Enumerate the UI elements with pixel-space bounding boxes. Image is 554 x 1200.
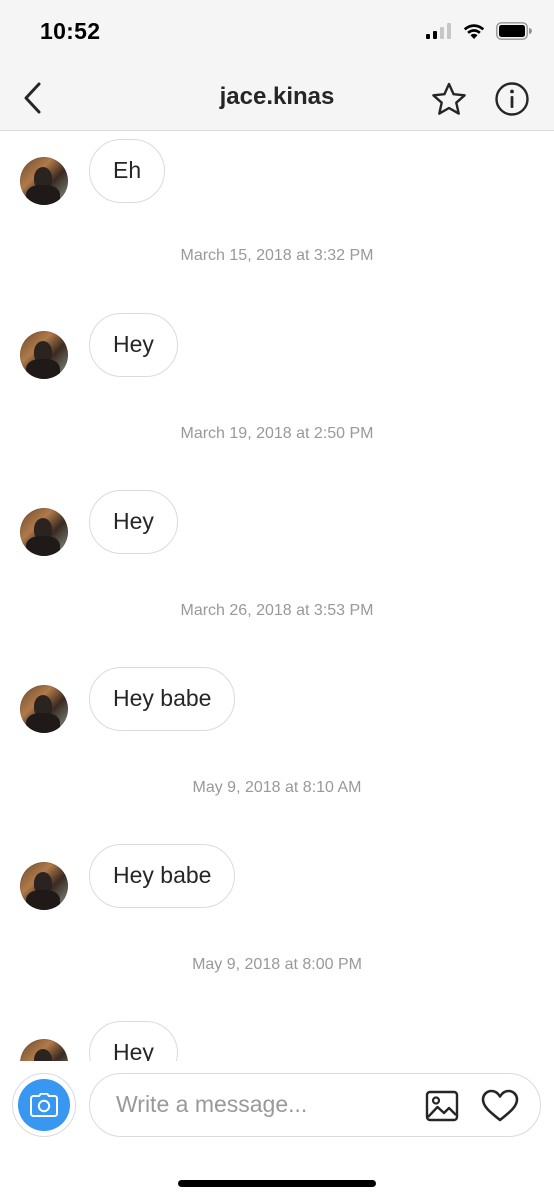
message-input[interactable] [116,1074,406,1135]
message-field[interactable] [89,1073,541,1137]
avatar[interactable] [20,685,68,733]
message-timestamp: May 9, 2018 at 8:00 PM [192,956,362,973]
message-row: Hey [0,1021,554,1061]
camera-button-fill [18,1079,70,1131]
navigation-bar: jace.kinas [0,68,554,131]
message-row: Hey babe [0,844,554,914]
avatar[interactable] [20,508,68,556]
message-bubble[interactable]: Hey [89,313,178,377]
message-bubble[interactable]: Hey babe [89,844,236,908]
status-icons [426,22,532,45]
camera-button[interactable] [12,1073,76,1137]
info-button[interactable] [494,81,530,117]
signal-icon [426,23,452,44]
message-bubble[interactable]: Hey babe [89,667,236,731]
message-row: Eh [0,135,554,205]
info-icon [495,82,529,116]
message-thread[interactable]: Eh March 15, 2018 at 3:32 PM Hey March 1… [0,131,554,1061]
star-button[interactable] [430,80,468,118]
message-row: Hey [0,490,554,560]
message-bubble[interactable]: Eh [89,139,166,203]
avatar[interactable] [20,1039,68,1061]
avatar[interactable] [20,331,68,379]
message-timestamp: May 9, 2018 at 8:10 AM [192,779,362,796]
message-bubble[interactable]: Hey [89,490,178,554]
like-button[interactable] [480,1087,520,1125]
status-time: 10:52 [40,18,101,44]
message-bubble[interactable]: Hey [89,1021,178,1061]
message-timestamp: March 26, 2018 at 3:53 PM [180,602,374,619]
avatar[interactable] [20,862,68,910]
gallery-button[interactable] [424,1088,460,1124]
camera-icon [30,1093,58,1117]
message-row: Hey babe [0,667,554,737]
home-indicator[interactable] [178,1180,376,1187]
heart-icon [481,1089,519,1122]
message-timestamp: March 15, 2018 at 3:32 PM [180,247,374,264]
image-icon [425,1090,459,1122]
battery-icon [496,22,532,45]
conversation-title[interactable]: jace.kinas [0,83,554,111]
star-icon [432,82,466,115]
status-bar: 10:52 [0,0,554,68]
message-timestamp: March 19, 2018 at 2:50 PM [180,425,374,442]
message-row: Hey [0,313,554,383]
message-composer [0,1061,554,1153]
wifi-icon [462,22,486,45]
avatar[interactable] [20,157,68,205]
chat-screen: 10:52 jace.kinas Eh March 15, 2018 at 3:… [0,0,554,1200]
